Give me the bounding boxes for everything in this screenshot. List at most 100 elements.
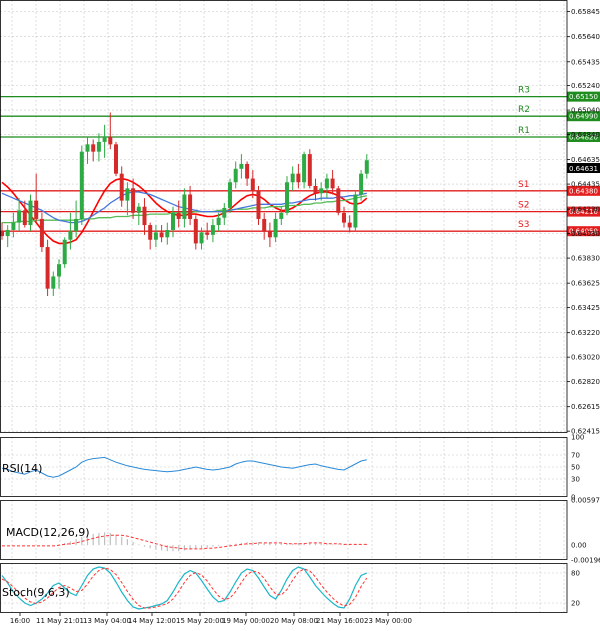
candle-body [296, 173, 301, 183]
price-tick-label: 0.65040 [571, 107, 600, 115]
x-tick-label: 19 May 00:00 [222, 617, 270, 625]
candle-body [307, 154, 312, 186]
macd-tick-label: 0.005976 [571, 497, 600, 505]
price-tick-label: 0.64435 [571, 181, 600, 189]
price-tick-label: 0.64840 [571, 131, 600, 139]
candle-body [91, 144, 96, 152]
price-tick-label: 0.63830 [571, 255, 600, 263]
chart-canvas: R30.65150R20.64990R10.64820S10.64380S20.… [0, 0, 600, 625]
candle-body [222, 207, 227, 218]
candle-body [39, 218, 44, 248]
x-tick-label: 14 May 12:00 [128, 617, 176, 625]
candle-body [45, 247, 50, 289]
candle-body [216, 217, 221, 226]
stoch-title: Stoch(9,6,3) [2, 586, 70, 599]
candle-body [279, 212, 284, 219]
candle-body [171, 212, 175, 230]
level-name-r1: R1 [518, 126, 530, 136]
candle-body [250, 178, 255, 191]
candle-body [102, 136, 107, 142]
candle-body [290, 173, 295, 183]
candle-body [353, 194, 358, 228]
candle-body [233, 168, 238, 183]
candle-body [273, 218, 278, 238]
x-tick-label: 16:00 [10, 617, 30, 625]
candle-body [62, 239, 67, 265]
candle-body [210, 225, 215, 235]
candle-body [51, 276, 56, 289]
candle-body [245, 163, 250, 179]
candle-body [159, 232, 164, 238]
stoch-pane-frame [0, 563, 568, 613]
candle-body [28, 200, 33, 226]
level-name-r3: R3 [518, 86, 530, 96]
candle-body [136, 206, 141, 213]
stoch-tick-label: 80 [571, 570, 580, 578]
price-tick-label: 0.63625 [571, 280, 600, 288]
level-name-r2: R2 [518, 105, 530, 115]
x-tick-label: 20 May 08:00 [270, 617, 318, 625]
candle-body [239, 163, 244, 169]
candle-body [302, 154, 307, 183]
price-tick-label: 0.63425 [571, 304, 600, 312]
rsi-tick-label: 100 [571, 434, 584, 442]
candle-body [347, 222, 352, 228]
axes: 0.65845 0.65640 0.65435 0.65240 0.65040 0.648… [10, 8, 600, 625]
candle-body [330, 178, 335, 189]
rsi-title: RSI(14) [2, 462, 42, 475]
candle-body [57, 264, 61, 277]
candle-body [188, 194, 193, 219]
candle-body [199, 232, 204, 244]
candle-body [262, 218, 267, 232]
level-name-s1: S1 [518, 180, 529, 190]
last-price-label: 0.64631 [569, 165, 598, 173]
price-tick-label: 0.63020 [571, 354, 600, 362]
macd-title: MACD(12,26,9) [6, 526, 90, 539]
x-tick-label: 23 May 00:00 [364, 617, 412, 625]
price-tick-label: 0.65640 [571, 33, 600, 41]
rsi-tick-label: 50 [571, 464, 580, 472]
candle-body [17, 210, 22, 223]
candle-body [148, 225, 153, 240]
candle-body [34, 200, 39, 219]
candle-body [131, 188, 136, 213]
candle-body [114, 144, 118, 174]
candle-body [11, 222, 16, 230]
price-tick-label: 0.63220 [571, 329, 600, 337]
price-pane-frame [0, 0, 568, 433]
macd-tick-label: 0.00 [571, 542, 587, 550]
candle-body [108, 136, 113, 145]
price-tick-label: 0.65845 [571, 8, 600, 16]
candle-body [165, 229, 170, 238]
candle-body [324, 178, 329, 189]
price-tick-label: 0.64030 [571, 230, 600, 238]
candle-body [364, 160, 369, 174]
level-name-s2: S2 [518, 201, 529, 211]
candle-body [285, 182, 289, 213]
rsi-tick-label: 70 [571, 452, 580, 460]
candle-body [176, 212, 181, 219]
candle-body [228, 182, 232, 208]
candle-body [256, 190, 261, 219]
price-tick-label: 0.65240 [571, 82, 600, 90]
candle-body [85, 144, 90, 152]
price-tick-label: 0.65435 [571, 58, 600, 66]
candle-body [205, 232, 210, 235]
macd-tick-label: -0.001962 [571, 557, 600, 565]
price-tick-label: 0.62615 [571, 403, 600, 411]
candle-body [359, 173, 364, 195]
rsi-tick-label: 30 [571, 476, 580, 484]
pane-frames [0, 0, 568, 613]
candle-body [68, 231, 73, 240]
price-tick-label: 0.64635 [571, 156, 600, 164]
candle-body [22, 210, 27, 226]
candle-body [5, 229, 10, 237]
x-tick-label: 13 May 04:00 [83, 617, 131, 625]
candle-body [96, 141, 101, 152]
level-name-s3: S3 [518, 220, 529, 230]
candle-body [74, 218, 79, 232]
candle-body [182, 194, 187, 219]
candle-body [153, 232, 158, 240]
x-tick-label: 15 May 20:00 [176, 617, 224, 625]
stoch-tick-label: 20 [571, 600, 580, 608]
